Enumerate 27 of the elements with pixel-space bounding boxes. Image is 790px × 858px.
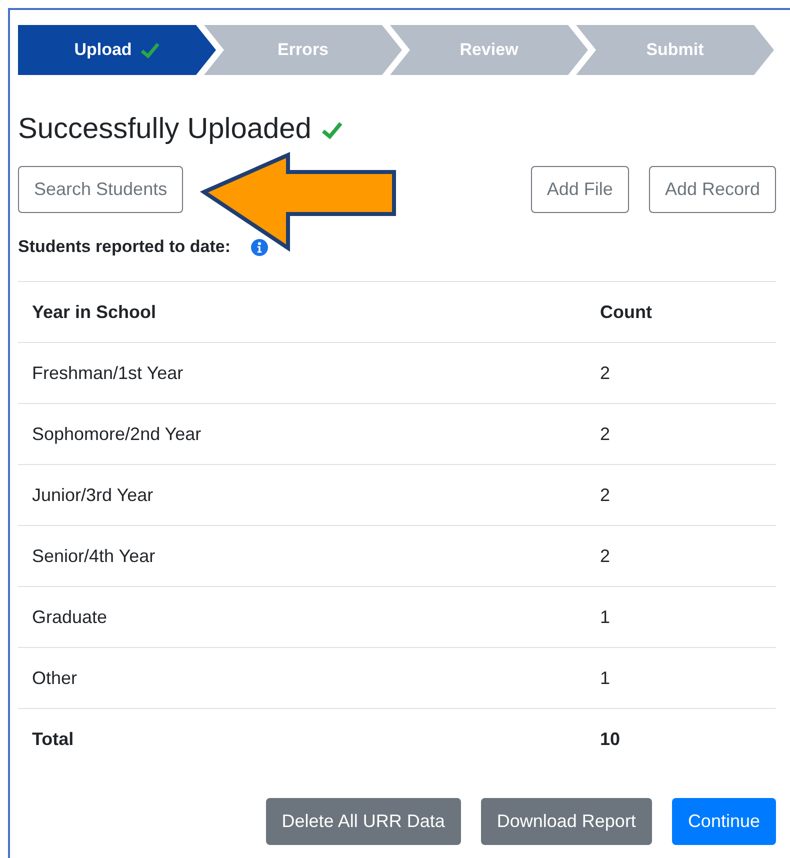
summary-label: Students reported to date:	[18, 237, 231, 257]
info-icon[interactable]	[250, 238, 268, 256]
table-cell: Freshman/1st Year	[18, 342, 586, 404]
search-students-button[interactable]: Search Students	[18, 166, 184, 213]
total-cell: Total	[18, 708, 586, 770]
action-button[interactable]: Add File	[530, 166, 629, 213]
table-cell: 2	[586, 464, 776, 526]
check-icon	[140, 40, 160, 60]
table-cell: Graduate	[18, 586, 586, 648]
secondary-button[interactable]: Download Report	[480, 798, 652, 844]
action-button[interactable]: Add Record	[648, 166, 776, 213]
column-header: Year in School	[18, 282, 586, 342]
table-cell: Sophomore/2nd Year	[18, 404, 586, 464]
table-cell: Senior/4th Year	[18, 526, 586, 586]
page-heading: Successfully Uploaded	[18, 113, 312, 146]
total-cell: 10	[586, 708, 776, 770]
table-cell: Other	[18, 648, 586, 708]
secondary-button[interactable]: Delete All URR Data	[266, 798, 461, 844]
table-cell: 1	[586, 586, 776, 648]
table-cell: 2	[586, 404, 776, 464]
table-cell: 2	[586, 526, 776, 586]
table-cell: 1	[586, 648, 776, 708]
table-cell: 2	[586, 342, 776, 404]
table-cell: Junior/3rd Year	[18, 464, 586, 526]
column-header: Count	[586, 282, 776, 342]
continue-button[interactable]: Continue	[672, 798, 776, 844]
step-tab[interactable]: Upload	[18, 25, 216, 75]
